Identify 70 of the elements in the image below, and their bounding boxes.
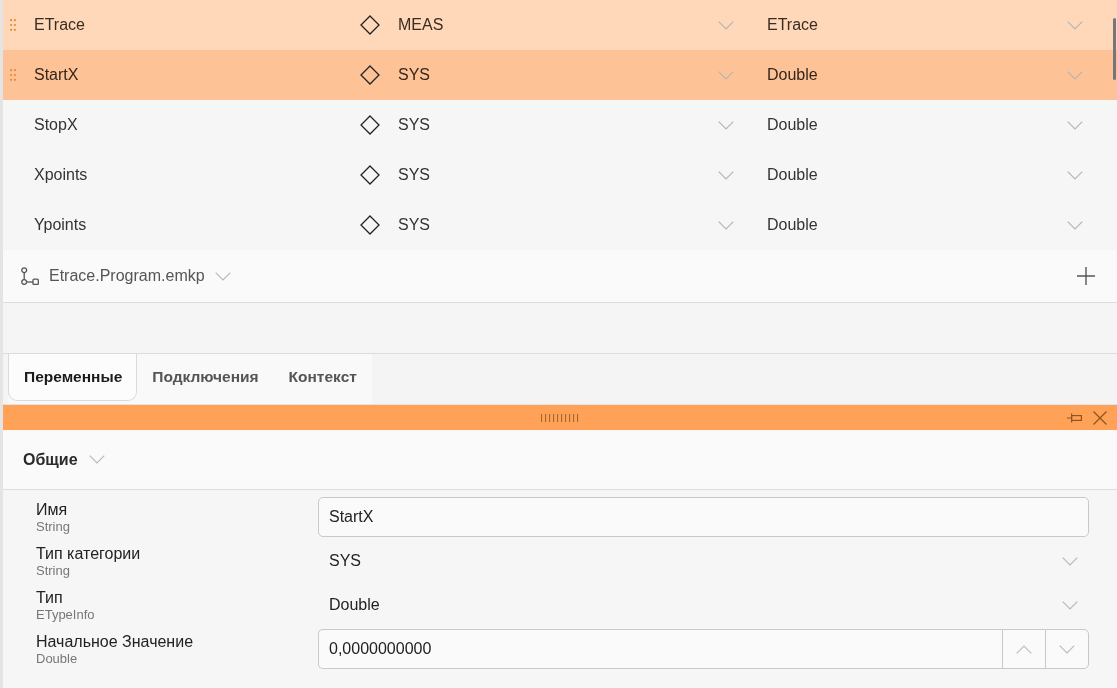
drag-handle-icon[interactable]	[10, 69, 16, 81]
chevron-down-icon	[718, 220, 734, 230]
type-dropdown[interactable]: ETrace	[767, 10, 1095, 40]
chevron-down-icon	[1067, 170, 1083, 180]
chevron-up-icon	[1016, 644, 1032, 654]
property-label: Тип	[36, 588, 63, 607]
pin-button[interactable]	[1067, 412, 1082, 423]
file-dropdown[interactable]: Etrace.Program.emkp	[49, 267, 231, 285]
type-dropdown[interactable]: Double	[767, 160, 1095, 190]
section-toggle[interactable]: Общие	[23, 450, 105, 469]
variable-name: Xpoints	[34, 166, 88, 183]
diamond-icon	[360, 65, 380, 85]
grip-icon[interactable]	[541, 413, 579, 422]
chevron-down-icon	[718, 20, 734, 30]
tab[interactable]: Подключения	[137, 354, 274, 401]
table-row[interactable]: Xpoints SYS Double	[3, 150, 1117, 200]
chevron-down-icon	[718, 170, 734, 180]
property-type: String	[36, 563, 70, 579]
close-button[interactable]	[1093, 410, 1107, 425]
category-dropdown[interactable]: MEAS	[398, 10, 745, 40]
property-type: ETypeInfo	[36, 607, 95, 623]
variable-name: StopX	[34, 116, 78, 133]
chevron-down-icon	[1062, 600, 1078, 610]
text-input[interactable]: StartX	[318, 497, 1089, 537]
category-dropdown[interactable]: SYS	[398, 60, 745, 90]
number-input[interactable]: 0,0000000000	[318, 629, 1002, 669]
chevron-down-icon	[214, 271, 231, 281]
dropdown[interactable]: SYS	[318, 541, 1089, 581]
close-icon	[1093, 410, 1107, 425]
branch-icon	[21, 267, 39, 285]
dropdown[interactable]: Double	[318, 585, 1089, 625]
diamond-icon	[360, 165, 380, 185]
chevron-down-icon	[718, 70, 734, 80]
diamond-icon	[360, 15, 380, 35]
increment-button[interactable]	[1002, 629, 1045, 669]
property-label: Имя	[36, 500, 68, 519]
category-dropdown[interactable]: SYS	[398, 110, 745, 140]
tab[interactable]: Переменные	[8, 354, 138, 401]
decrement-button[interactable]	[1045, 629, 1089, 669]
property-label: Тип категории	[36, 544, 141, 563]
type-dropdown[interactable]: Double	[767, 60, 1095, 90]
table-row[interactable]: Ypoints SYS Double	[3, 200, 1117, 250]
category-dropdown[interactable]: SYS	[398, 160, 745, 190]
diamond-icon	[360, 115, 380, 135]
category-dropdown[interactable]: SYS	[398, 210, 745, 240]
chevron-down-icon	[1067, 220, 1083, 230]
property-label: Начальное Значение	[36, 632, 194, 651]
type-dropdown[interactable]: Double	[767, 110, 1095, 140]
chevron-down-icon	[1059, 644, 1075, 654]
chevron-down-icon	[718, 120, 734, 130]
property-type: String	[36, 519, 70, 535]
tab[interactable]: Контекст	[273, 354, 372, 401]
variable-name: StartX	[34, 66, 79, 83]
table-row[interactable]: ETrace MEAS ETrace	[3, 0, 1117, 50]
chevron-down-icon	[1067, 70, 1083, 80]
type-dropdown[interactable]: Double	[767, 210, 1095, 240]
variable-name: Ypoints	[34, 216, 87, 233]
drag-handle-icon[interactable]	[10, 19, 16, 31]
add-button[interactable]	[1077, 267, 1095, 285]
scrollbar-thumb[interactable]	[1113, 18, 1116, 80]
pin-icon	[1067, 412, 1082, 423]
property-type: Double	[36, 651, 78, 667]
table-row[interactable]: StopX SYS Double	[3, 100, 1117, 150]
plus-icon	[1077, 267, 1095, 285]
diamond-icon	[360, 215, 380, 235]
chevron-down-icon	[1067, 120, 1083, 130]
chevron-down-icon	[1067, 20, 1083, 30]
variable-name: ETrace	[34, 16, 85, 33]
chevron-down-icon	[1062, 556, 1078, 566]
table-row[interactable]: StartX SYS Double	[3, 50, 1117, 100]
